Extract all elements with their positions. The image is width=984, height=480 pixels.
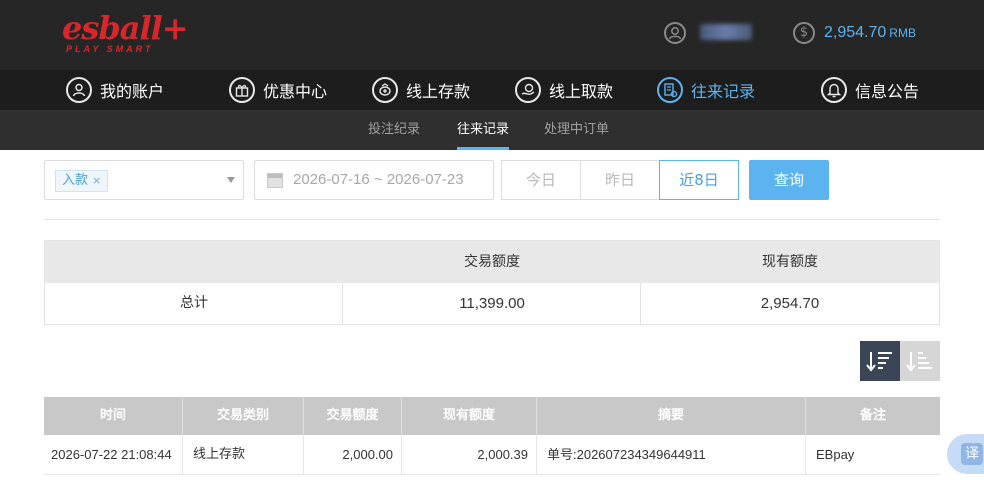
col-note[interactable]: 备注 xyxy=(806,397,940,435)
query-button[interactable]: 查询 xyxy=(749,160,829,200)
gift-icon xyxy=(229,77,255,103)
summary-header-transaction-amount: 交易额度 xyxy=(464,254,520,270)
cell-divider xyxy=(805,435,806,475)
row-amount: 2,000.00 xyxy=(342,447,393,462)
subtab-bet-records[interactable]: 投注纪录 xyxy=(368,110,420,150)
calendar-icon xyxy=(267,173,283,188)
total-label: 总计 xyxy=(180,295,208,311)
record-icon xyxy=(657,77,683,103)
col-type[interactable]: 交易类别 xyxy=(183,397,303,435)
nav-label: 线上存款 xyxy=(406,82,471,101)
esball-logo[interactable]: esball+ PLAY SMART xyxy=(62,10,189,58)
summary-header-blank xyxy=(45,241,343,283)
row-balance: 2,000.39 xyxy=(477,447,528,462)
sort-ascending-icon xyxy=(906,352,932,372)
withdraw-icon xyxy=(515,77,541,103)
summary-table: 交易额度 现有额度 总计 11,399.00 2,954.70 xyxy=(44,240,940,325)
cell-divider xyxy=(536,435,537,475)
nav-label: 信息公告 xyxy=(855,82,920,101)
translate-icon: 译 xyxy=(961,443,983,465)
nav-label: 优惠中心 xyxy=(263,82,328,101)
logo-text: esball+ xyxy=(62,9,189,47)
type-tag-label: 入款 xyxy=(62,173,89,188)
logo-tagline: PLAY SMART xyxy=(66,44,154,54)
summary-header: 交易额度 现有额度 xyxy=(45,241,939,283)
dollar-icon: $ xyxy=(793,22,815,44)
subtab-transaction-records[interactable]: 往来记录 xyxy=(457,110,510,150)
col-amount[interactable]: 交易额度 xyxy=(304,397,401,435)
col-balance[interactable]: 现有额度 xyxy=(402,397,536,435)
nav-my-account[interactable]: 我的账户 xyxy=(66,70,164,110)
date-range-picker[interactable]: 2026-07-16 ~ 2026-07-23 xyxy=(254,160,494,200)
nav-withdraw[interactable]: 线上取款 xyxy=(515,70,613,110)
nav-label: 我的账户 xyxy=(100,82,165,101)
current-amount: 2,954.70 xyxy=(760,295,820,312)
nav-deposit[interactable]: 线上存款 xyxy=(372,70,470,110)
sort-descending-button[interactable] xyxy=(860,341,900,381)
table-header: 时间 交易类别 交易额度 现有额度 摘要 备注 xyxy=(44,397,940,435)
col-time[interactable]: 时间 xyxy=(44,397,182,435)
row-summary: 单号:202607234349644911 xyxy=(547,447,706,462)
col-summary[interactable]: 摘要 xyxy=(537,397,805,435)
last-8-days-button[interactable]: 近8日 xyxy=(659,160,739,200)
yesterday-button[interactable]: 昨日 xyxy=(580,160,660,200)
nav-promotions[interactable]: 优惠中心 xyxy=(229,70,327,110)
balance-currency: RMB xyxy=(889,26,916,40)
nav-announcements[interactable]: 信息公告 xyxy=(821,70,919,110)
cell-divider xyxy=(182,435,183,475)
transaction-type-select[interactable]: 入款 × xyxy=(44,160,244,200)
type-tag: 入款 × xyxy=(55,170,109,192)
nav-transaction-records[interactable]: 往来记录 xyxy=(657,70,755,110)
nav-label: 线上取款 xyxy=(549,82,614,101)
caret-down-icon[interactable] xyxy=(227,177,235,183)
translate-widget[interactable]: 译 xyxy=(947,434,984,474)
summary-header-current-amount: 现有额度 xyxy=(762,254,818,270)
deposit-icon xyxy=(372,77,398,103)
top-header: esball+ PLAY SMART $ 2,954.70 RMB xyxy=(0,0,984,70)
subtab-pending-orders[interactable]: 处理中订单 xyxy=(544,110,609,150)
sort-ascending-button[interactable] xyxy=(900,341,940,381)
user-circle-icon xyxy=(66,77,92,103)
account-balance: 2,954.70 RMB xyxy=(824,22,916,44)
row-note: EBpay xyxy=(816,447,855,462)
row-time: 2026-07-22 21:08:44 xyxy=(51,447,172,462)
section-divider xyxy=(44,219,940,220)
remove-tag-icon[interactable]: × xyxy=(92,174,101,187)
user-avatar-icon[interactable] xyxy=(664,22,686,44)
today-button[interactable]: 今日 xyxy=(501,160,581,200)
row-type: 线上存款 xyxy=(193,447,246,462)
sort-descending-icon xyxy=(866,352,892,372)
username-redacted xyxy=(700,24,752,40)
bell-icon xyxy=(821,77,847,103)
summary-total-row: 总计 11,399.00 2,954.70 xyxy=(45,283,939,324)
table-row[interactable]: 2026-07-22 21:08:44 线上存款 2,000.00 2,000.… xyxy=(44,435,940,475)
date-range-text: 2026-07-16 ~ 2026-07-23 xyxy=(293,171,464,188)
nav-label: 往来记录 xyxy=(691,82,756,101)
main-nav: 我的账户 优惠中心 线上存款 线上取款 往来记录 信息公告 xyxy=(0,70,984,110)
balance-amount: 2,954.70 xyxy=(824,24,887,41)
sub-nav: 投注纪录 往来记录 处理中订单 xyxy=(0,110,984,150)
total-amount: 11,399.00 xyxy=(459,295,525,312)
